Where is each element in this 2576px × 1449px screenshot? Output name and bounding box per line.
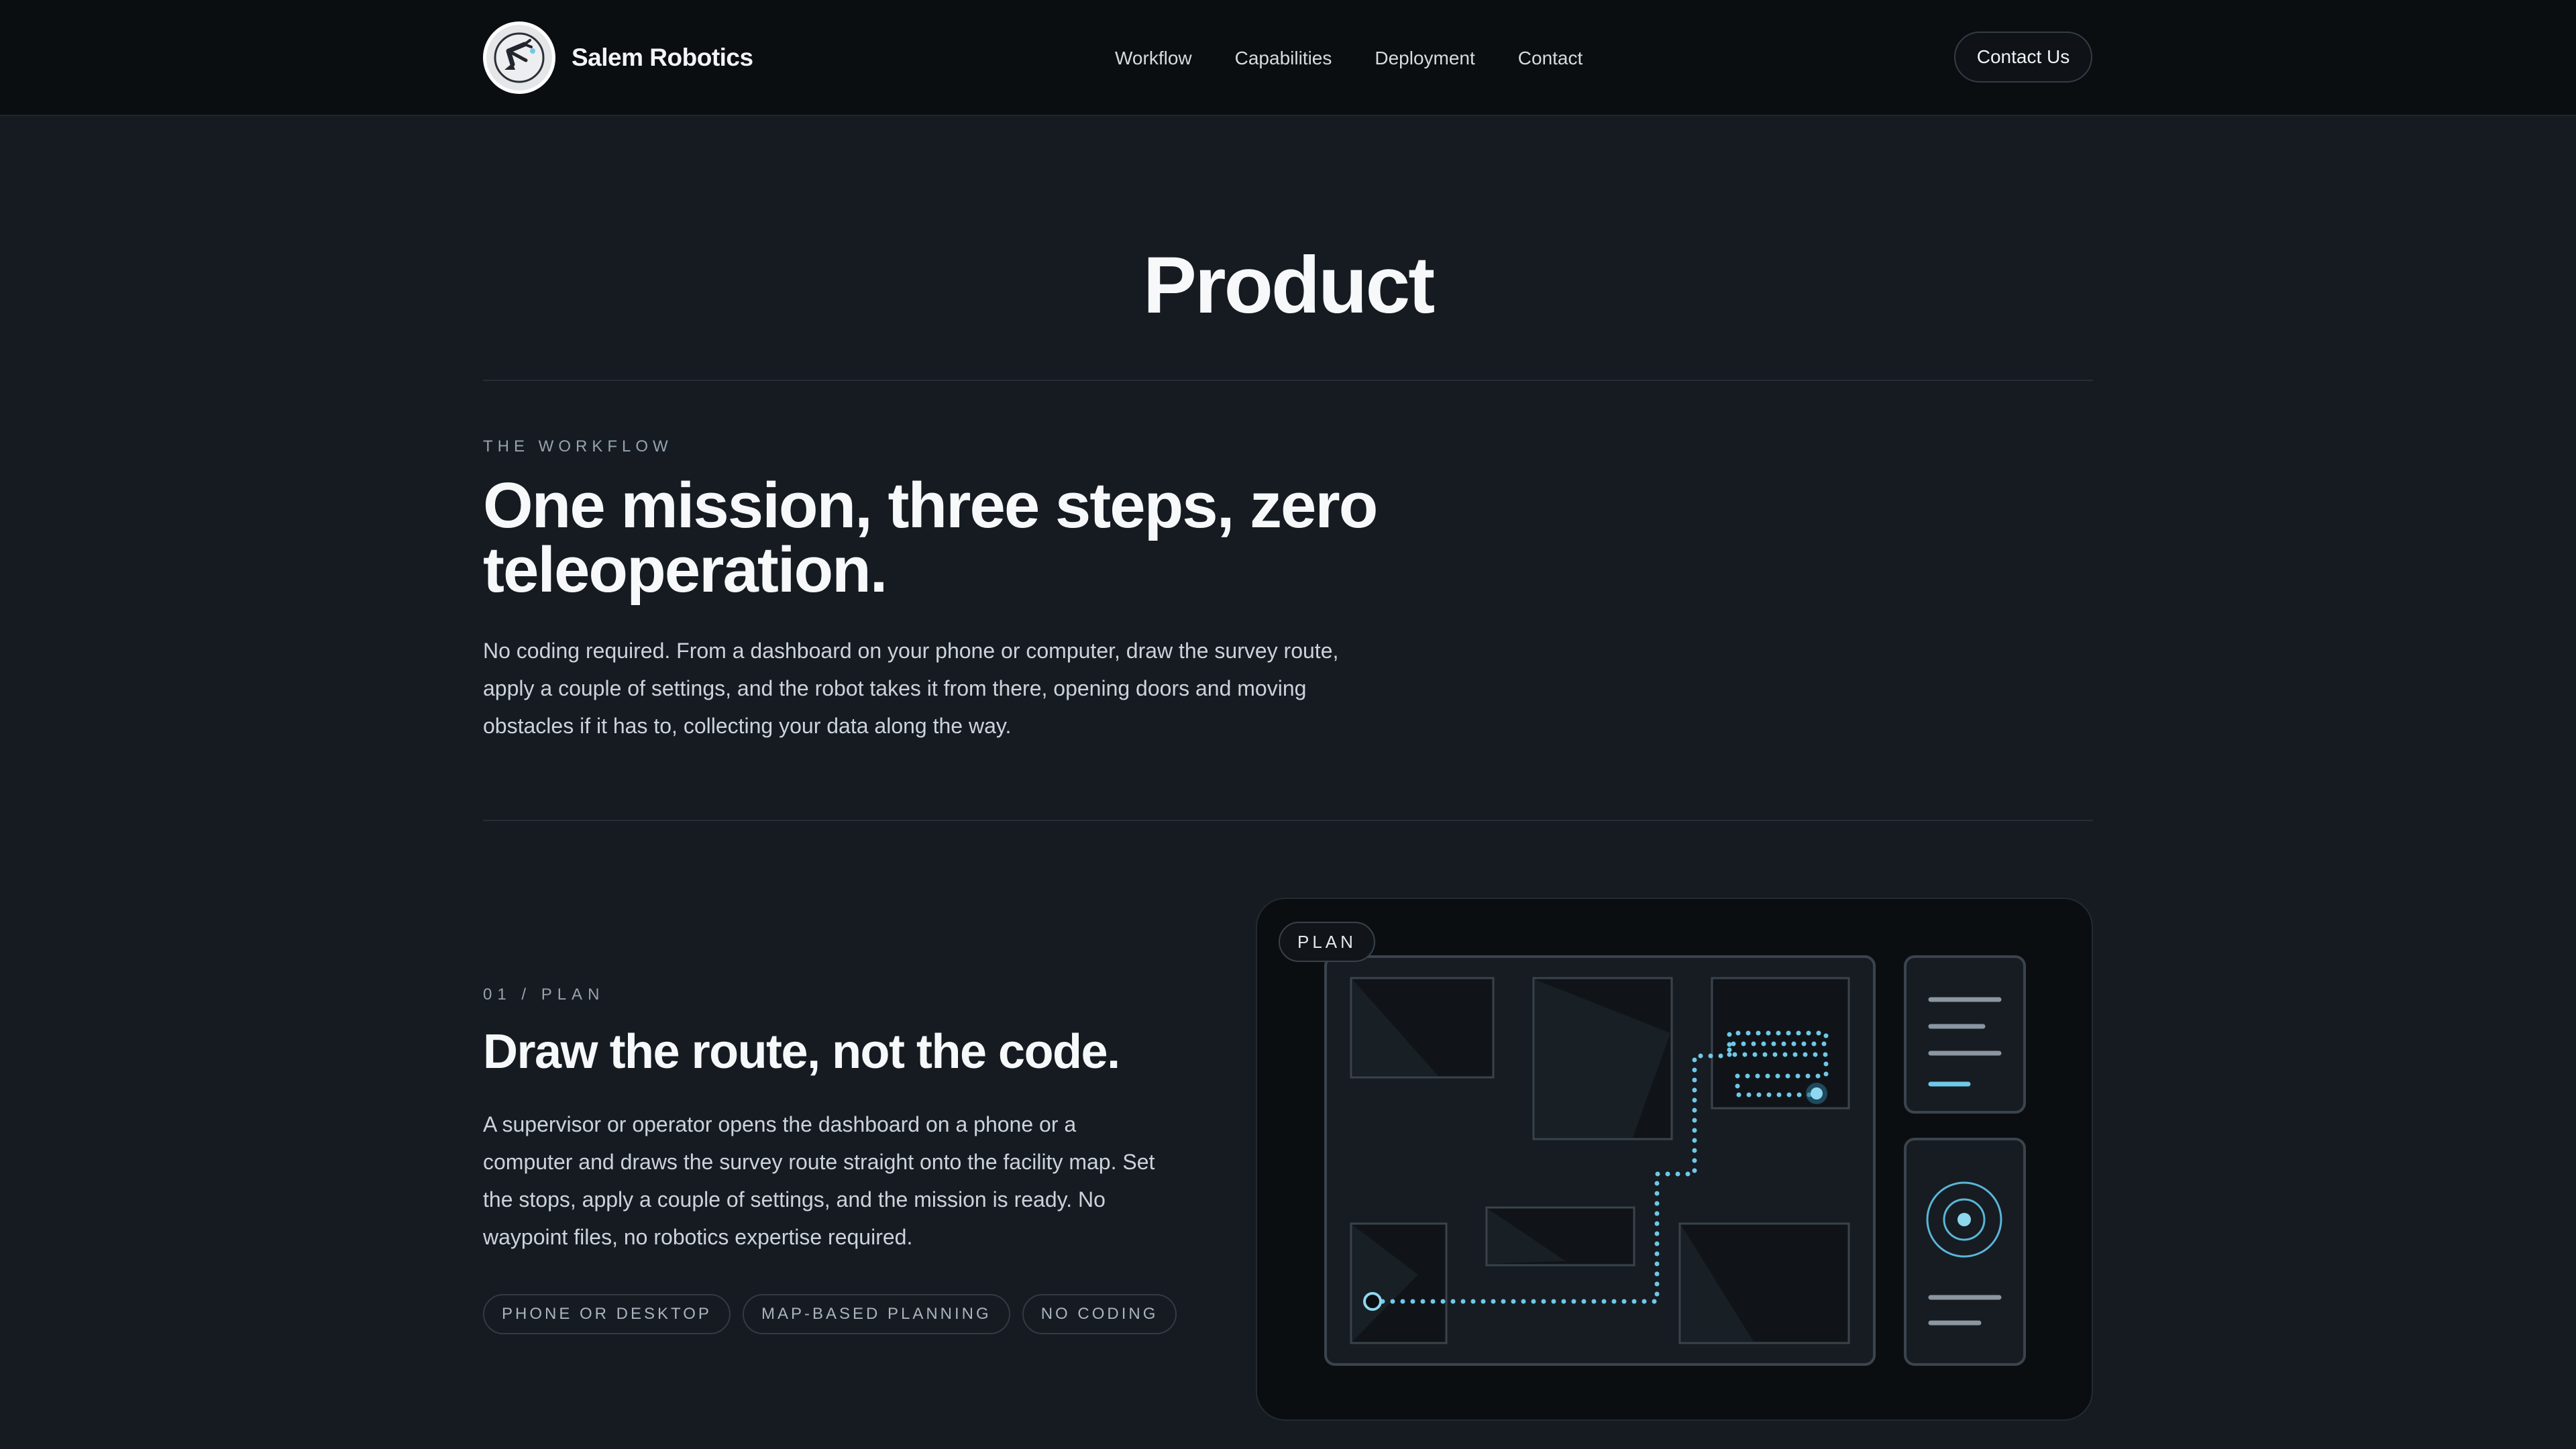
section-divider xyxy=(483,380,2093,381)
feature-tags: PHONE OR DESKTOP MAP-BASED PLANNING NO C… xyxy=(483,1294,1189,1334)
nav-link-capabilities[interactable]: Capabilities xyxy=(1235,48,1332,69)
workflow-description: No coding required. From a dashboard on … xyxy=(483,639,1339,738)
route-start-marker xyxy=(1363,1292,1382,1311)
section-divider xyxy=(483,820,2093,821)
plan-illustration-card: PLAN xyxy=(1256,898,2093,1421)
contact-us-button[interactable]: Contact Us xyxy=(1954,32,2092,83)
robot-arm-logo-icon xyxy=(483,21,555,94)
nav-link-contact[interactable]: Contact xyxy=(1518,48,1583,69)
tag-map-based-planning: MAP-BASED PLANNING xyxy=(742,1294,1010,1334)
nav-link-workflow[interactable]: Workflow xyxy=(1115,48,1192,69)
plan-badge: PLAN xyxy=(1279,922,1375,962)
main-nav: Workflow Capabilities Deployment Contact xyxy=(1115,0,1582,116)
brand-name: Salem Robotics xyxy=(572,44,753,71)
workflow-eyebrow: THE WORKFLOW xyxy=(483,437,673,455)
step-description: A supervisor or operator opens the dashb… xyxy=(483,1112,1155,1249)
status-panel xyxy=(1904,1138,2026,1366)
top-navigation-bar: Salem Robotics Workflow Capabilities Dep… xyxy=(0,0,2576,116)
brand[interactable]: Salem Robotics xyxy=(483,21,753,94)
settings-panel xyxy=(1904,955,2026,1114)
nav-link-deployment[interactable]: Deployment xyxy=(1375,48,1474,69)
robot-position-marker xyxy=(1811,1087,1823,1099)
step-eyebrow: 01 / PLAN xyxy=(483,985,605,1004)
tag-phone-or-desktop: PHONE OR DESKTOP xyxy=(483,1294,731,1334)
page-title: Product xyxy=(1142,240,1435,330)
facility-map-illustration xyxy=(1324,955,2026,1366)
step-heading: Draw the route, not the code. xyxy=(483,1025,1120,1079)
workflow-heading: One mission, three steps, zero teleopera… xyxy=(483,470,1378,606)
tag-no-coding: NO CODING xyxy=(1022,1294,1177,1334)
